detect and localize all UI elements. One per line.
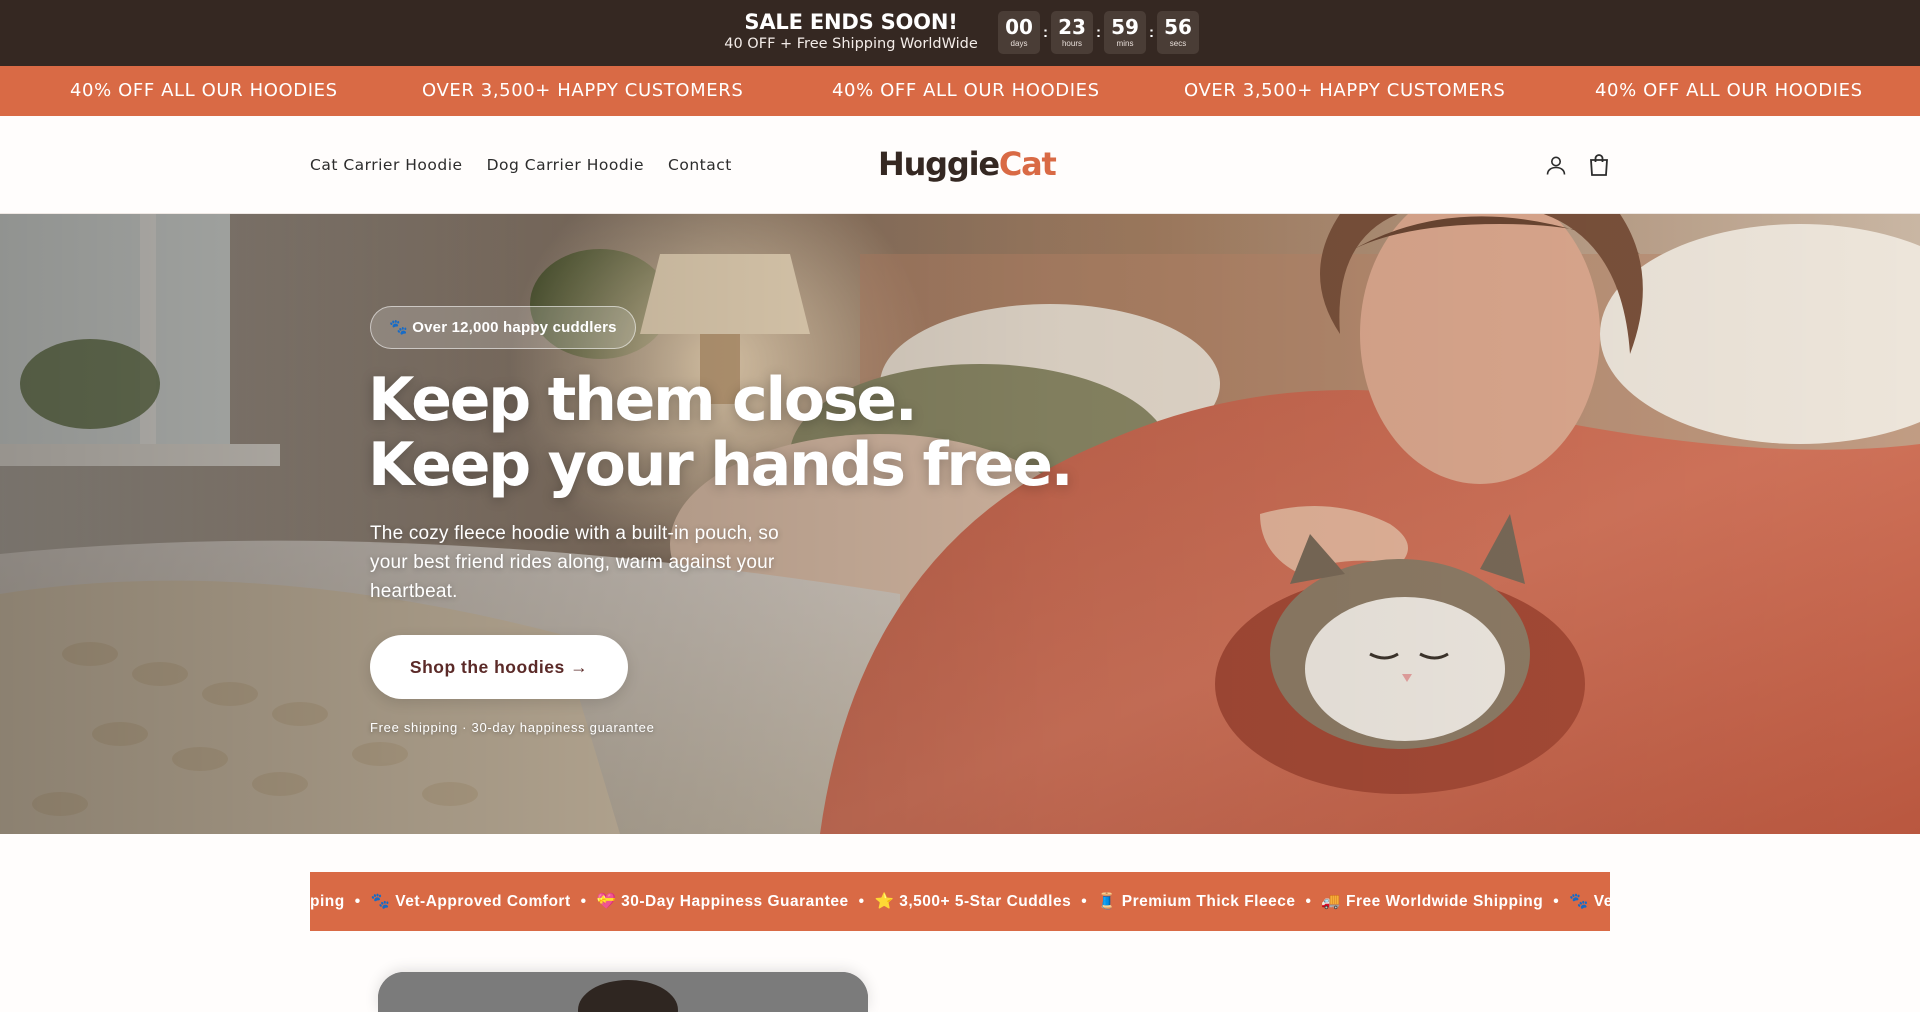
countdown-separator: : bbox=[1043, 24, 1048, 41]
announcement-item: 40% OFF ALL OUR HOODIES bbox=[1595, 80, 1863, 101]
announcement-item: OVER 3,500+ HAPPY CUSTOMERS bbox=[422, 80, 744, 101]
product-photo bbox=[378, 972, 868, 1012]
announcement-item: OVER 3,500+ HAPPY CUSTOMERS bbox=[1184, 80, 1506, 101]
hero-description: The cozy fleece hoodie with a built-in p… bbox=[370, 523, 779, 602]
countdown-unit: hours bbox=[1061, 39, 1082, 48]
trust-item: ⭐ 3,500+ 5-Star Cuddles bbox=[874, 893, 1072, 910]
shopping-bag-icon bbox=[1590, 154, 1608, 176]
trust-item: 🐾 Vet-Approved Comfort bbox=[370, 893, 571, 910]
trust-item: 🚚 Free Worldwide Shipping bbox=[1321, 893, 1544, 910]
trust-item: ping bbox=[310, 893, 345, 910]
hero-footnote: Free shipping · 30-day happiness guarant… bbox=[370, 720, 655, 735]
main-nav: Cat Carrier Hoodie Dog Carrier Hoodie Co… bbox=[310, 116, 732, 214]
announcement-item: 40% OFF ALL OUR HOODIES bbox=[832, 80, 1100, 101]
countdown-separator: : bbox=[1096, 24, 1101, 41]
trust-item: 💝 30-Day Happiness Guarantee bbox=[596, 893, 849, 910]
countdown-hours: 23 hours bbox=[1051, 11, 1093, 54]
countdown-value: 56 bbox=[1164, 15, 1192, 39]
trust-separator: • bbox=[1553, 893, 1560, 910]
cart-button[interactable] bbox=[1584, 150, 1614, 180]
trust-separator: • bbox=[858, 893, 865, 910]
countdown-unit: days bbox=[1010, 39, 1028, 48]
countdown-value: 23 bbox=[1058, 15, 1086, 39]
countdown-value: 00 bbox=[1005, 15, 1033, 39]
trust-separator: • bbox=[1081, 893, 1088, 910]
product-card-image[interactable] bbox=[378, 972, 868, 1012]
logo-text-huggie: Huggie bbox=[878, 145, 1000, 183]
site-header: Cat Carrier Hoodie Dog Carrier Hoodie Co… bbox=[0, 116, 1920, 214]
nav-link-contact[interactable]: Contact bbox=[668, 156, 732, 174]
trust-separator: • bbox=[580, 893, 587, 910]
hero-badge: 🐾 Over 12,000 happy cuddlers bbox=[370, 306, 636, 349]
countdown-days: 00 days bbox=[998, 11, 1040, 54]
account-button[interactable] bbox=[1541, 150, 1571, 180]
hero-title-line-2: Keep your hands free. bbox=[368, 430, 1074, 500]
announcement-item: 40% OFF ALL OUR HOODIES bbox=[70, 80, 338, 101]
sale-bar: SALE ENDS SOON! 40 OFF + Free Shipping W… bbox=[0, 0, 1920, 66]
trust-separator: • bbox=[1305, 893, 1312, 910]
announcement-bar: 40% OFF ALL OUR HOODIES OVER 3,500+ HAPP… bbox=[0, 66, 1920, 116]
hero-title: Keep them close. Keep your hands free. bbox=[368, 365, 1074, 500]
logo-text-cat: Cat bbox=[998, 145, 1057, 183]
countdown-secs: 56 secs bbox=[1157, 11, 1199, 54]
countdown-timer: 00 days : 23 hours : 59 mins : 56 secs bbox=[998, 11, 1199, 54]
sale-subtitle: 40 OFF + Free Shipping WorldWide bbox=[724, 36, 978, 52]
hero-image bbox=[0, 214, 1920, 834]
countdown-separator: : bbox=[1149, 24, 1154, 41]
countdown-mins: 59 mins bbox=[1104, 11, 1146, 54]
sale-text: SALE ENDS SOON! 40 OFF + Free Shipping W… bbox=[723, 9, 979, 53]
countdown-unit: mins bbox=[1116, 39, 1134, 48]
site-logo[interactable]: HuggieCat bbox=[878, 141, 1057, 187]
user-icon bbox=[1546, 156, 1566, 175]
hero-title-line-1: Keep them close. bbox=[368, 365, 918, 435]
trust-strip: ping • 🐾 Vet-Approved Comfort • 💝 30-Day Hap… bbox=[310, 872, 1610, 931]
nav-link-dog-carrier-hoodie[interactable]: Dog Carrier Hoodie bbox=[487, 156, 644, 174]
shop-hoodies-button[interactable]: Shop the hoodies → bbox=[370, 635, 628, 699]
trust-item: 🧵 Premium Thick Fleece bbox=[1097, 893, 1296, 910]
hero-section: 🐾 Over 12,000 happy cuddlers Keep them c… bbox=[0, 214, 1920, 834]
trust-track: ping • 🐾 Vet-Approved Comfort • 💝 30-Day Hap… bbox=[310, 872, 1610, 931]
trust-item: 🐾 Ve bbox=[1569, 893, 1610, 910]
nav-link-cat-carrier-hoodie[interactable]: Cat Carrier Hoodie bbox=[310, 156, 463, 174]
trust-separator: • bbox=[354, 893, 361, 910]
countdown-value: 59 bbox=[1111, 15, 1139, 39]
countdown-unit: secs bbox=[1169, 39, 1187, 48]
sale-title: SALE ENDS SOON! bbox=[744, 10, 958, 34]
